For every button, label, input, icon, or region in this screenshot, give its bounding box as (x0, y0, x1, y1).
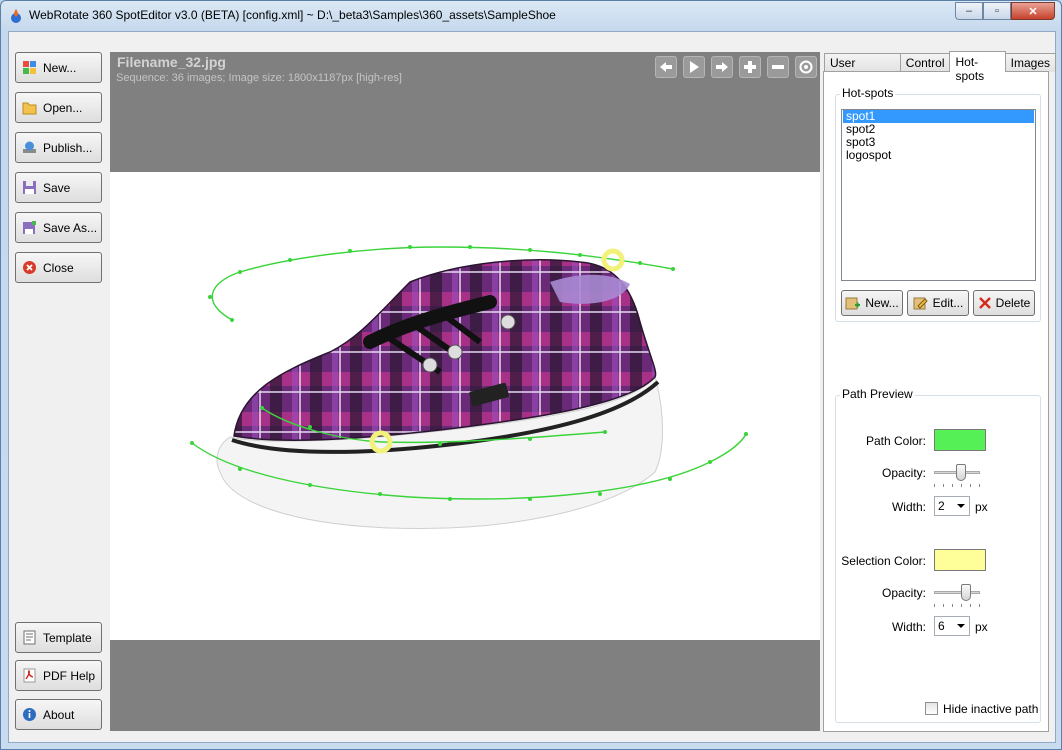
path-width-label: Width: (891, 500, 926, 514)
chevron-down-icon (957, 504, 965, 508)
save-as-label: Save As... (43, 220, 98, 235)
tab-strip: User Interface Control Hot-spots Images (824, 51, 1056, 84)
tab-images[interactable]: Images (1004, 53, 1056, 72)
path-width-select[interactable]: 2 (934, 496, 970, 516)
floppy-disk-icon (23, 181, 36, 194)
about-button[interactable]: About (15, 699, 102, 730)
hot-spots-list[interactable]: spot1 spot2 spot3 logospot (841, 109, 1036, 281)
path-width-value: 2 (938, 499, 945, 513)
new-icon (23, 61, 36, 74)
open-label: Open... (43, 100, 83, 115)
selection-color-swatch[interactable] (934, 549, 986, 571)
window-title: WebRotate 360 SpotEditor v3.0 (BETA) [co… (29, 8, 556, 22)
zoom-out-button[interactable] (767, 56, 789, 78)
hide-inactive-checkbox[interactable] (925, 702, 938, 715)
client-area: New... Open... Publish... Save Save As..… (8, 31, 1056, 743)
next-frame-button[interactable] (711, 56, 733, 78)
selection-width-label: Width: (891, 620, 926, 634)
arrow-right-icon (716, 62, 728, 72)
open-folder-icon (22, 102, 37, 115)
edit-hotspot-button[interactable]: Edit... (907, 290, 969, 316)
title-bar[interactable]: WebRotate 360 SpotEditor v3.0 (BETA) [co… (1, 1, 1061, 31)
close-window-button[interactable]: ✕ (1011, 2, 1055, 20)
selection-opacity-label: Opacity: (881, 586, 926, 600)
shoe-image (190, 245, 748, 529)
selection-opacity-ticks (934, 604, 980, 607)
hot-spots-group-label: Hot-spots (840, 86, 896, 100)
plus-icon (744, 61, 756, 73)
publish-label: Publish... (43, 140, 93, 155)
publish-button[interactable]: Publish... (15, 132, 102, 163)
save-button[interactable]: Save (15, 172, 102, 203)
save-as-icon (23, 221, 36, 234)
path-color-swatch[interactable] (934, 429, 986, 451)
chevron-down-icon (957, 624, 965, 628)
delete-hotspot-label: Delete (995, 296, 1031, 310)
edit-icon (913, 297, 928, 310)
image-canvas[interactable] (110, 172, 820, 640)
path-color-label: Path Color: (865, 434, 926, 448)
app-icon (11, 9, 21, 23)
close-button[interactable]: Close (15, 252, 102, 283)
template-icon (23, 630, 36, 645)
previous-frame-button[interactable] (655, 56, 677, 78)
list-item-logospot[interactable]: logospot (843, 149, 1034, 162)
maximize-button[interactable]: ▫ (983, 2, 1011, 20)
selection-width-value: 6 (938, 619, 945, 633)
template-button[interactable]: Template (15, 622, 102, 653)
path-preview-group-label: Path Preview (840, 387, 915, 401)
selection-color-label: Selection Color: (841, 554, 926, 568)
tab-user-interface[interactable]: User Interface (824, 53, 901, 84)
play-button[interactable] (683, 56, 705, 78)
target-icon (799, 60, 813, 74)
pdf-help-button[interactable]: PDF Help (15, 660, 102, 691)
path-opacity-ticks (934, 484, 980, 487)
zoom-in-button[interactable] (739, 56, 761, 78)
delete-hotspot-button[interactable]: Delete (973, 290, 1035, 316)
tab-hot-spots[interactable]: Hot-spots (949, 51, 1006, 83)
selection-width-unit: px (975, 620, 988, 634)
save-as-button[interactable]: Save As... (15, 212, 102, 243)
pdf-icon (23, 668, 36, 683)
sequence-info: Sequence: 36 images; Image size: 1800x11… (116, 72, 402, 84)
open-button[interactable]: Open... (15, 92, 102, 123)
image-viewer[interactable]: Filename_32.jpg Sequence: 36 images; Ima… (110, 52, 820, 731)
hot-spots-panel: Hot-spots spot1 spot2 spot3 logospot New… (823, 71, 1049, 732)
minimize-button[interactable]: ‒ (955, 2, 983, 20)
filename-label: Filename_32.jpg (117, 54, 226, 70)
selection-opacity-track[interactable] (934, 591, 980, 594)
selection-width-select[interactable]: 6 (934, 616, 970, 636)
minus-icon (772, 65, 784, 69)
play-icon (690, 61, 699, 73)
selection-opacity-slider[interactable] (961, 584, 971, 601)
edit-hotspot-label: Edit... (932, 296, 964, 310)
about-label: About (43, 707, 75, 722)
path-opacity-label: Opacity: (881, 466, 926, 480)
path-width-unit: px (975, 500, 988, 514)
close-circle-icon (23, 261, 36, 274)
new-button[interactable]: New... (15, 52, 102, 83)
hide-inactive-label[interactable]: Hide inactive path (943, 702, 1038, 716)
publish-icon (23, 141, 36, 153)
new-hotspot-label: New... (865, 296, 899, 310)
arrow-left-icon (660, 62, 672, 72)
new-label: New... (43, 60, 77, 75)
template-label: Template (43, 630, 92, 645)
pdf-help-label: PDF Help (43, 668, 96, 683)
new-hotspot-icon (845, 297, 861, 310)
tab-control[interactable]: Control (899, 53, 951, 72)
path-opacity-slider[interactable] (955, 464, 966, 481)
new-hotspot-button[interactable]: New... (841, 290, 903, 316)
info-icon (23, 708, 36, 721)
delete-x-icon (978, 297, 991, 309)
save-label: Save (43, 180, 71, 195)
app-window: WebRotate 360 SpotEditor v3.0 (BETA) [co… (0, 0, 1062, 750)
reset-view-button[interactable] (795, 56, 817, 78)
close-label: Close (43, 260, 74, 275)
